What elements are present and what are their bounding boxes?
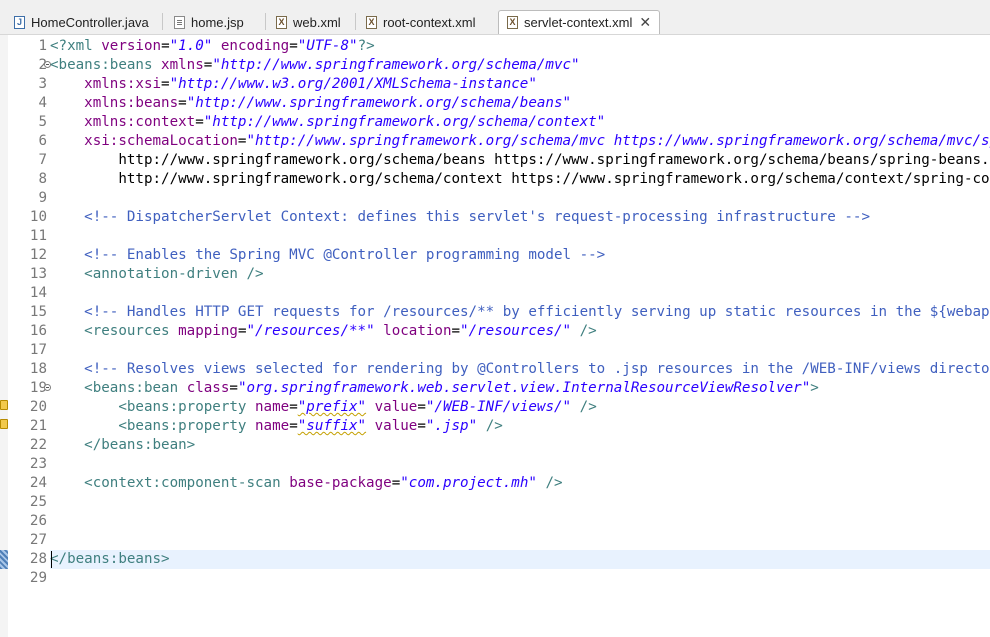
code-line[interactable]: </beans:beans>: [50, 550, 170, 569]
close-tab-icon[interactable]: ✕: [639, 14, 651, 31]
line-number: 9: [38, 190, 47, 206]
line-number: 16: [29, 323, 47, 339]
warning-marker-icon[interactable]: [0, 419, 8, 429]
warning-marker-icon[interactable]: [0, 400, 8, 410]
line-number-gutter: 1 2 3 4 5 6 7 8 9 10 11 12 13 14 15 16 17 18 19 20 21 22 23 24 2…: [8, 35, 51, 637]
line-number: 18: [29, 361, 47, 377]
tab-label: HomeController.java: [31, 14, 149, 30]
line-number: 24: [29, 475, 47, 491]
tab-homecontroller-java[interactable]: J HomeController.java: [6, 10, 160, 34]
line-number: 1: [38, 38, 47, 54]
xml-file-icon: X: [507, 16, 518, 29]
line-number: 12: [29, 247, 47, 263]
tab-servlet-context-xml[interactable]: X servlet-context.xml ✕: [498, 10, 660, 34]
xml-source-editor[interactable]: 1 2 3 4 5 6 7 8 9 10 11 12 13 14 15 16 17 18 19 20 21 22 23 24 2…: [0, 35, 990, 637]
tab-label: servlet-context.xml: [524, 15, 633, 30]
tab-home-jsp[interactable]: home.jsp: [166, 10, 262, 34]
line-number: 22: [29, 437, 47, 453]
tab-separator: [162, 13, 163, 30]
tab-web-xml[interactable]: X web.xml: [268, 10, 360, 34]
code-line[interactable]: xmlns:context="http://www.springframewor…: [50, 113, 605, 132]
tab-label: web.xml: [293, 14, 341, 30]
code-line[interactable]: <beans:property name="suffix" value=".js…: [50, 417, 502, 436]
line-number: 4: [38, 95, 47, 111]
code-line[interactable]: <annotation-driven />: [50, 265, 263, 284]
code-line[interactable]: http://www.springframework.org/schema/be…: [50, 151, 990, 170]
line-number: 2: [38, 57, 47, 73]
text-caret: [51, 551, 52, 568]
line-number: 28: [29, 551, 47, 567]
code-line[interactable]: xmlns:xsi="http://www.w3.org/2001/XMLSch…: [50, 75, 537, 94]
line-number: 29: [29, 570, 47, 586]
line-number: 15: [29, 304, 47, 320]
line-number: 5: [38, 114, 47, 130]
code-line[interactable]: <!-- Enables the Spring MVC @Controller …: [50, 246, 605, 265]
tab-label: root-context.xml: [383, 14, 476, 30]
code-area[interactable]: <?xml version="1.0" encoding="UTF-8"?> <b…: [50, 35, 990, 637]
line-number: 25: [29, 494, 47, 510]
line-number: 27: [29, 532, 47, 548]
tab-root-context-xml[interactable]: X root-context.xml: [358, 10, 496, 34]
code-line[interactable]: <beans:bean class="org.springframework.w…: [50, 379, 819, 398]
line-number: 23: [29, 456, 47, 472]
line-number: 13: [29, 266, 47, 282]
line-number: 17: [29, 342, 47, 358]
java-file-icon: J: [14, 15, 25, 29]
current-line-highlight: [50, 550, 990, 569]
line-number: 10: [29, 209, 47, 225]
code-line[interactable]: xmlns:beans="http://www.springframework.…: [50, 94, 571, 113]
line-number: 3: [38, 76, 47, 92]
tab-separator: [265, 13, 266, 30]
code-line[interactable]: <!-- Resolves views selected for renderi…: [50, 360, 990, 379]
line-number: 6: [38, 133, 47, 149]
line-number: 14: [29, 285, 47, 301]
xml-file-icon: X: [276, 15, 287, 29]
code-line[interactable]: <context:component-scan base-package="co…: [50, 474, 562, 493]
code-line[interactable]: xsi:schemaLocation="http://www.springfra…: [50, 132, 990, 151]
line-number: 8: [38, 171, 47, 187]
code-line[interactable]: <beans:property name="prefix" value="/WE…: [50, 398, 596, 417]
tab-separator: [355, 13, 356, 30]
line-number: 11: [29, 228, 47, 244]
line-number: 7: [38, 152, 47, 168]
code-line[interactable]: <resources mapping="/resources/**" locat…: [50, 322, 597, 341]
jsp-file-icon: [174, 15, 185, 29]
tab-label: home.jsp: [191, 14, 244, 30]
code-line[interactable]: <!-- Handles HTTP GET requests for /reso…: [50, 303, 990, 322]
line-number: 26: [29, 513, 47, 529]
annotation-ruler: [0, 35, 12, 637]
code-line[interactable]: http://www.springframework.org/schema/co…: [50, 170, 990, 189]
editor-tab-bar: J HomeController.java home.jsp X web.xml…: [0, 0, 990, 35]
xml-file-icon: X: [366, 15, 377, 29]
code-line[interactable]: </beans:bean>: [50, 436, 195, 455]
code-line[interactable]: <!-- DispatcherServlet Context: defines …: [50, 208, 870, 227]
line-number: 21: [29, 418, 47, 434]
line-number: 19: [29, 380, 47, 396]
code-line[interactable]: <?xml version="1.0" encoding="UTF-8"?>: [50, 37, 375, 56]
code-line[interactable]: <beans:beans xmlns="http://www.springfra…: [50, 56, 580, 75]
line-number: 20: [29, 399, 47, 415]
